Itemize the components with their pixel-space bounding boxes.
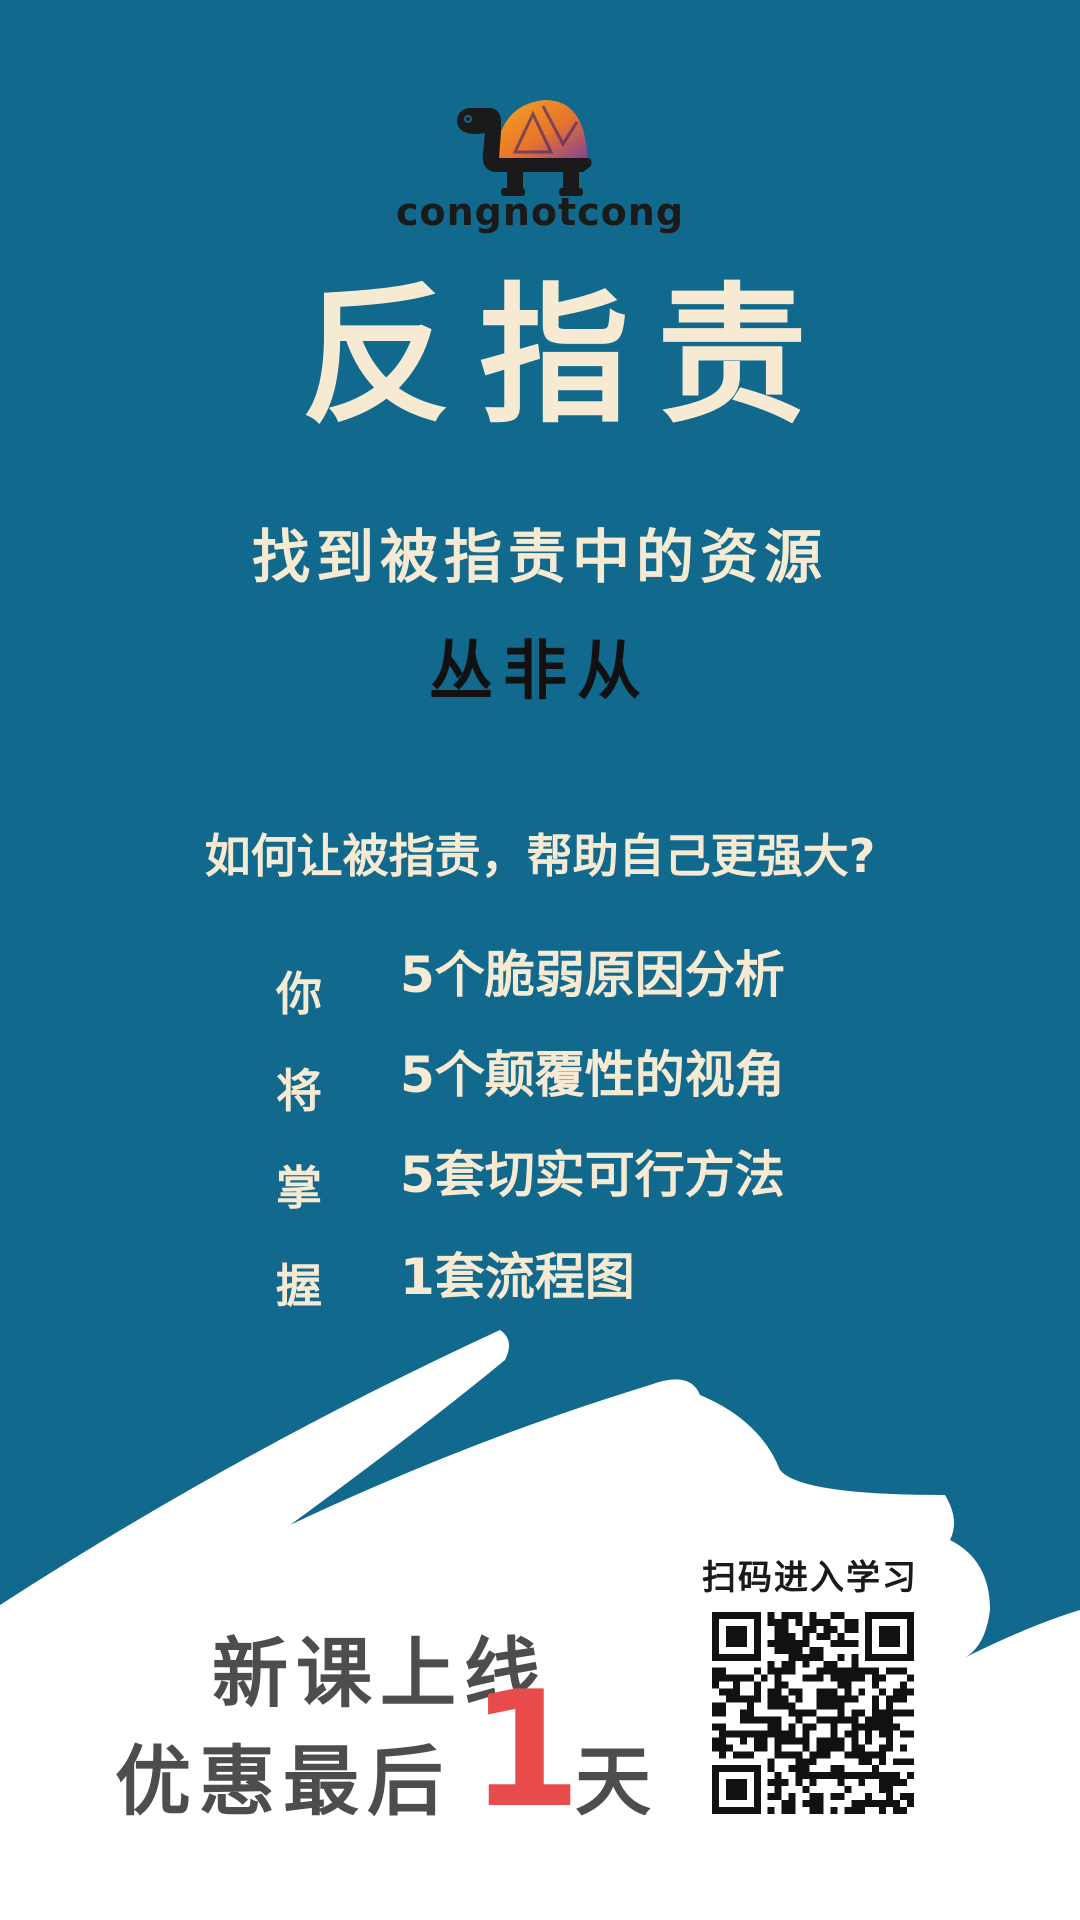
qr-label: 扫码进入学习 xyxy=(702,1558,918,1598)
qr-code-icon[interactable] xyxy=(712,1612,914,1814)
cta-offer-suffix: 天 xyxy=(575,1737,651,1826)
cta-days-left-number: 1 xyxy=(470,1656,582,1843)
poster: congnotcong 反指责 找到被指责中的资源 丛非从 如何让被指责，帮助自… xyxy=(0,0,1080,1920)
cta-offer-prefix: 优惠最后 xyxy=(115,1737,451,1826)
